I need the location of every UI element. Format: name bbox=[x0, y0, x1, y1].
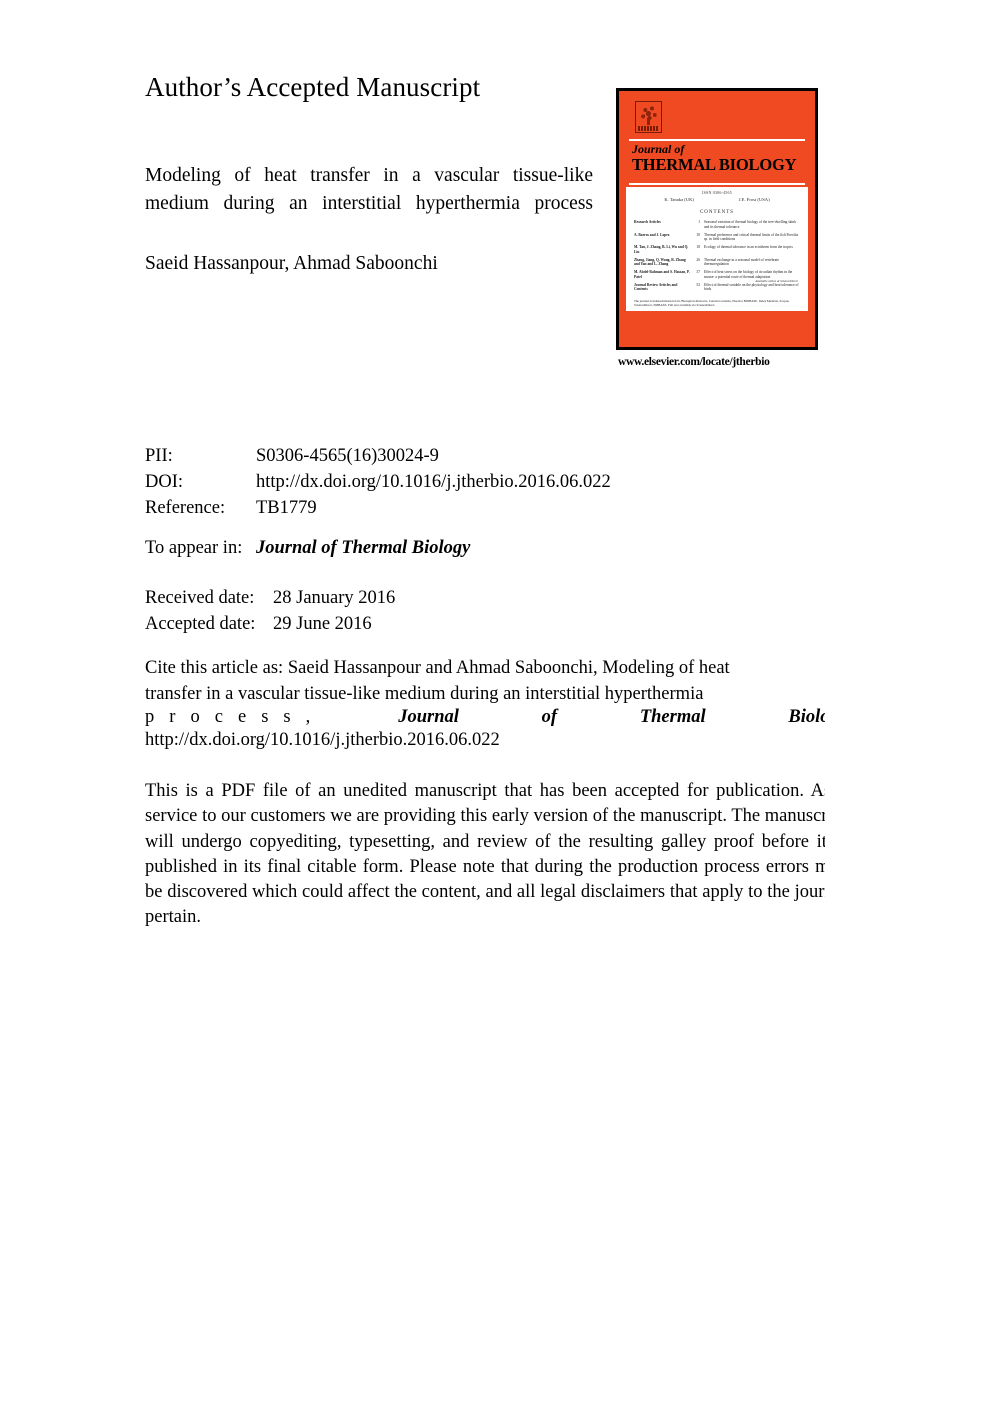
toc-authors: Zhang, Jiang, Q. Wang, R. Zhang and Yan … bbox=[634, 257, 686, 267]
cover-contents-panel: ISSN 0306-4565 K. Tanaka (UK) J.E. Frost… bbox=[626, 187, 808, 311]
journal-cover: Journal of THERMAL BIOLOGY ISSN 0306-456… bbox=[616, 88, 818, 350]
metadata-row-pii: PII: S0306-4565(16)30024-9 bbox=[145, 443, 611, 469]
metadata-row-reference: Reference: TB1779 bbox=[145, 495, 611, 521]
article-title: Modeling of heat transfer in a vascular … bbox=[145, 162, 593, 218]
elsevier-tree-logo-icon bbox=[635, 101, 662, 133]
citation-paragraph: Cite this article as: Saeid Hassanpour a… bbox=[145, 656, 825, 707]
cover-divider-mid bbox=[629, 183, 805, 185]
citation-spaced-process: p r o c e s s , bbox=[145, 707, 316, 727]
page-title: Author’s Accepted Manuscript bbox=[145, 72, 481, 102]
reference-label: Reference: bbox=[145, 498, 226, 518]
metadata-row-doi: DOI: http://dx.doi.org/10.1016/j.jtherbio… bbox=[145, 469, 611, 495]
disclaimer-block: This is a PDF file of an unedited manusc… bbox=[145, 779, 825, 931]
toc-authors: Research Articles bbox=[634, 220, 661, 224]
manuscript-cover-page: Author’s Accepted Manuscript Modeling of… bbox=[0, 0, 992, 1403]
citation-journal-word-1: Journal bbox=[398, 707, 459, 727]
cover-journal-name: THERMAL BIOLOGY bbox=[632, 155, 797, 174]
cover-editor-right: J.E. Frost (USA) bbox=[738, 197, 770, 202]
toc-title: Ecology of thermal tolerance in an ectot… bbox=[704, 245, 793, 250]
accepted-date-value: 29 June 2016 bbox=[273, 614, 372, 634]
to-appear-label: To appear in: bbox=[145, 538, 243, 558]
toc-page: 1 bbox=[698, 220, 700, 224]
tree-trunk-icon bbox=[647, 118, 650, 125]
citation-journal-word-2: of bbox=[541, 707, 558, 727]
toc-authors: M. Abdel-Rahman and S. Hassan, P. Patel bbox=[634, 270, 690, 279]
toc-authors: M. Tan, J. Zhang, B. Li, Wu and Q. Liu bbox=[634, 245, 689, 254]
citation-doi-link[interactable]: http://dx.doi.org/10.1016/j.jtherbio.201… bbox=[145, 728, 825, 754]
dates-block: Received date: 28 January 2016 Accepted d… bbox=[145, 585, 395, 637]
toc-page: 18 bbox=[696, 245, 700, 250]
cover-available-online: Available online at ScienceDirect bbox=[755, 279, 798, 283]
toc-title: Effect of thermal variable on the physio… bbox=[704, 282, 799, 292]
accepted-date-row: Accepted date: 29 June 2016 bbox=[145, 611, 395, 637]
cover-editor-left: K. Tanaka (UK) bbox=[664, 197, 694, 202]
article-title-line-1: Modeling of heat transfer in a vascular … bbox=[145, 165, 593, 186]
disclaimer-paragraph: This is a PDF file of an unedited manusc… bbox=[145, 781, 825, 928]
received-date-row: Received date: 28 January 2016 bbox=[145, 585, 395, 611]
toc-page: 52 bbox=[696, 282, 700, 287]
toc-page: 37 bbox=[696, 270, 700, 275]
citation-line-1: Cite this article as: Saeid Hassanpour a… bbox=[145, 658, 730, 678]
toc-authors: A. Barros and J. Lopez bbox=[634, 232, 670, 237]
cover-issn: ISSN 0306-4565 bbox=[702, 190, 732, 195]
cover-url[interactable]: www.elsevier.com/locate/jtherbio bbox=[618, 356, 770, 368]
accepted-date-label: Accepted date: bbox=[145, 614, 256, 634]
toc-title: Seasonal variation of thermal biology of… bbox=[704, 220, 797, 229]
citation-block: Cite this article as: Saeid Hassanpour a… bbox=[145, 656, 825, 754]
authors: Saeid Hassanpour, Ahmad Saboonchi bbox=[145, 253, 438, 274]
cover-editors: K. Tanaka (UK) J.E. Frost (USA) bbox=[642, 197, 792, 202]
citation-journal-row: p r o c e s s , Journal of Thermal Biolo… bbox=[145, 707, 825, 728]
toc-page: 26 bbox=[696, 257, 700, 262]
toc-row: M. Tan, J. Zhang, B. Li, Wu and Q. Liu 1… bbox=[634, 245, 800, 254]
toc-row: Journal Review Articles and Contents 52 … bbox=[634, 283, 800, 292]
journal-cover-artwork: Journal of THERMAL BIOLOGY ISSN 0306-456… bbox=[616, 88, 818, 350]
doi-label: DOI: bbox=[145, 472, 184, 492]
cover-title: Journal of THERMAL BIOLOGY bbox=[632, 143, 805, 174]
elsevier-wordmark bbox=[638, 126, 659, 131]
received-date-label: Received date: bbox=[145, 588, 255, 608]
toc-row: Research Articles 1 Seasonal variation o… bbox=[634, 220, 800, 229]
toc-page: 10 bbox=[696, 232, 700, 237]
citation-journal-word-3: Thermal bbox=[639, 707, 706, 727]
pii-label: PII: bbox=[145, 446, 173, 466]
article-title-line-2: medium during an interstitial hypertherm… bbox=[145, 193, 593, 214]
received-date-value: 28 January 2016 bbox=[273, 588, 396, 608]
doi-value[interactable]: http://dx.doi.org/10.1016/j.jtherbio.201… bbox=[256, 469, 611, 495]
reference-value: TB1779 bbox=[256, 498, 317, 518]
cover-divider-top bbox=[629, 139, 805, 141]
cover-footnote: The journal is indexed/abstracted in: Bi… bbox=[634, 298, 790, 307]
toc-authors: Journal Review Articles and Contents bbox=[634, 282, 678, 292]
metadata-table: PII: S0306-4565(16)30024-9 DOI: http://dx.… bbox=[145, 443, 611, 521]
to-appear-in-row: To appear in: Journal of Thermal Biology bbox=[145, 538, 470, 559]
citation-journal-word-4: Biology bbox=[788, 707, 825, 727]
cover-toc: Research Articles 1 Seasonal variation o… bbox=[634, 220, 800, 295]
toc-title: Thermal preference and critical thermal … bbox=[704, 232, 799, 242]
toc-title: Thermal exchange in a seasonal model of … bbox=[704, 257, 779, 267]
citation-line-2: transfer in a vascular tissue-like mediu… bbox=[145, 683, 704, 704]
cover-contents-heading: CONTENTS bbox=[699, 210, 735, 215]
to-appear-journal: Journal of Thermal Biology bbox=[256, 538, 471, 558]
pii-value: S0306-4565(16)30024-9 bbox=[256, 446, 439, 466]
toc-row: Zhang, Jiang, Q. Wang, R. Zhang and Yan … bbox=[634, 258, 800, 267]
toc-row: A. Barros and J. Lopez 10 Thermal prefer… bbox=[634, 233, 800, 242]
